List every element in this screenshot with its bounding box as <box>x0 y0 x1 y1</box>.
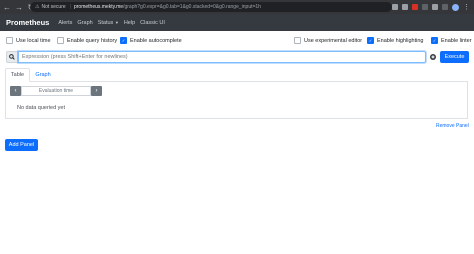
browser-toolbar: ← → ↻ ⚠ Not secure | prometheus.mekty.me… <box>0 0 474 14</box>
autocomplete-label: Enable autocomplete <box>130 37 182 44</box>
highlighting-option[interactable]: ✓ Enable highlighting <box>367 37 423 44</box>
sidebar-icon[interactable] <box>442 4 448 10</box>
evaluation-time-input[interactable] <box>21 86 91 96</box>
experimental-editor-label: Use experimental editor <box>304 37 363 44</box>
add-panel-button[interactable]: Add Panel <box>5 139 38 151</box>
back-icon[interactable]: ← <box>2 3 12 12</box>
local-time-option[interactable]: Use local time <box>6 37 51 44</box>
brand-link[interactable]: Prometheus <box>6 18 49 27</box>
highlighting-label: Enable highlighting <box>377 37 424 44</box>
nav-alerts[interactable]: Alerts <box>58 20 72 26</box>
query-history-checkbox[interactable] <box>57 37 64 44</box>
autocomplete-option[interactable]: ✓ Enable autocomplete <box>120 37 182 44</box>
query-history-label: Enable query history <box>67 37 118 44</box>
url-host: prometheus.mekty.me <box>73 4 124 10</box>
linter-label: Enable linter <box>441 37 472 44</box>
nav-graph[interactable]: Graph <box>77 20 92 26</box>
security-label: Not secure <box>41 4 66 10</box>
chevron-right-icon[interactable]: › <box>91 86 102 96</box>
url-path: /graph?g0.expr=&g0.tab=1&g0.stacked=0&g0… <box>123 4 261 10</box>
profile-avatar[interactable] <box>452 3 459 11</box>
tab-graph[interactable]: Graph <box>30 68 56 81</box>
extension-gray-icon[interactable] <box>422 4 428 10</box>
search-icon <box>6 51 18 63</box>
nav-help[interactable]: Help <box>124 20 135 26</box>
execute-button[interactable]: Execute <box>440 51 469 63</box>
highlighting-checkbox[interactable]: ✓ <box>367 37 374 44</box>
separator: | <box>69 4 71 10</box>
local-time-checkbox[interactable] <box>6 37 13 44</box>
nav-classic-ui[interactable]: Classic UI <box>140 20 165 26</box>
tab-table[interactable]: Table <box>5 68 30 82</box>
caret-down-icon: ▼ <box>114 19 119 25</box>
remove-panel-link[interactable]: Remove Panel <box>436 123 469 129</box>
query-history-option[interactable]: Enable query history <box>57 37 117 44</box>
experimental-editor-checkbox[interactable] <box>294 37 301 44</box>
panel-tabs: Table Graph <box>5 68 468 82</box>
nav-status[interactable]: Status ▼ <box>98 20 119 26</box>
query-options: Use local time Enable query history ✓ En… <box>0 37 474 46</box>
warning-icon: ⚠ <box>35 4 40 10</box>
app-navbar: Prometheus Alerts Graph Status ▼ Help Cl… <box>0 14 474 31</box>
extension-red-icon[interactable] <box>412 4 418 10</box>
expression-row <box>6 51 426 63</box>
table-panel: ‹ › No data queried yet <box>5 81 468 119</box>
forward-icon[interactable]: → <box>14 3 24 12</box>
expression-input[interactable] <box>18 51 426 63</box>
puzzle-icon[interactable] <box>432 4 438 10</box>
linter-checkbox[interactable]: ✓ <box>431 37 438 44</box>
chevron-left-icon[interactable]: ‹ <box>10 86 21 96</box>
evaluation-time-control: ‹ › <box>10 86 102 96</box>
menu-kebab-icon[interactable]: ⋮ <box>463 4 470 11</box>
address-bar[interactable]: ⚠ Not secure | prometheus.mekty.me /grap… <box>30 2 392 12</box>
nav-status-label: Status <box>97 19 114 26</box>
empty-state-text: No data queried yet <box>17 105 66 111</box>
share-icon[interactable] <box>392 4 398 10</box>
experimental-editor-option[interactable]: Use experimental editor <box>294 37 362 44</box>
autocomplete-checkbox[interactable]: ✓ <box>120 37 127 44</box>
linter-option[interactable]: ✓ Enable linter <box>431 37 472 44</box>
bookmark-star-icon[interactable] <box>402 4 408 10</box>
local-time-label: Use local time <box>16 37 51 44</box>
metrics-explorer-icon[interactable]: ◉ <box>430 54 436 60</box>
extension-bar: ⋮ <box>392 2 470 12</box>
